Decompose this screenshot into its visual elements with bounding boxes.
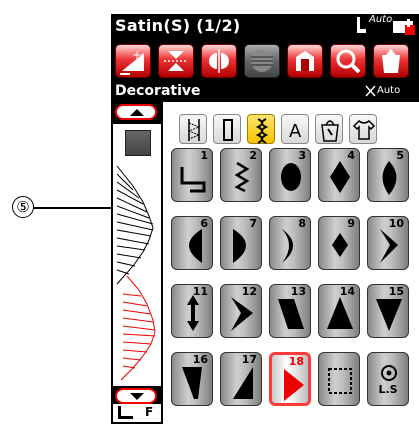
stitch-type-1-icon xyxy=(187,119,201,141)
elongation-button[interactable] xyxy=(244,44,280,78)
stitch-number: 15 xyxy=(388,285,404,298)
stitch-button-9[interactable]: 9 xyxy=(318,216,360,270)
save-button[interactable] xyxy=(373,44,409,78)
straight-stitch-icon xyxy=(223,119,233,141)
stitch-number: 3 xyxy=(298,149,306,162)
bag-icon xyxy=(321,120,339,142)
stitch-button-14[interactable]: 14 xyxy=(318,284,360,338)
stitch-button-ls[interactable]: L.S xyxy=(367,352,409,406)
stitch-number: 8 xyxy=(298,217,306,230)
stitch-number: 11 xyxy=(192,285,208,298)
stitch-button-10[interactable]: 10 xyxy=(367,216,409,270)
stitch-number: 13 xyxy=(290,285,306,298)
stitch-number: 1 xyxy=(200,149,208,162)
dotted-square-icon xyxy=(328,368,352,394)
mirror-horizontal-button[interactable] xyxy=(201,44,237,78)
stitch-number: 12 xyxy=(241,285,257,298)
tab-satin[interactable] xyxy=(247,114,275,144)
scroll-up-button[interactable] xyxy=(115,104,157,120)
stitch-button-5[interactable]: 5 xyxy=(367,148,409,202)
satin-stitch-icon xyxy=(255,118,269,144)
magnifier-icon xyxy=(336,49,361,74)
presser-foot-letter: F xyxy=(145,405,154,419)
stitch-preview xyxy=(113,124,161,386)
mirror-horizontal-icon xyxy=(209,49,229,73)
stitch-button-13[interactable]: 13 xyxy=(269,284,311,338)
alphabet-icon: A xyxy=(289,121,302,142)
tab-bag[interactable] xyxy=(315,114,343,144)
stitch-number: 16 xyxy=(192,353,208,366)
needle-auto-label: Auto xyxy=(377,85,401,96)
stitch-button-3[interactable]: 3 xyxy=(269,148,311,202)
toolbar: + xyxy=(111,40,419,82)
mirror-vertical-icon xyxy=(164,51,188,71)
callout-line xyxy=(34,207,114,209)
stitch-button-2[interactable]: 2 xyxy=(220,148,262,202)
stitch-button-17[interactable]: 17 xyxy=(220,352,262,406)
page-title: Satin(S) (1/2) xyxy=(115,16,241,35)
foot-auto-label: Auto xyxy=(369,14,393,25)
stitch-button-4[interactable]: 4 xyxy=(318,148,360,202)
tab-shirt[interactable] xyxy=(349,114,377,144)
lcd-screen: Satin(S) (1/2) Auto + Decorative Auto F … xyxy=(111,14,419,424)
zoom-button[interactable] xyxy=(330,44,366,78)
stitch-button-7[interactable]: 7 xyxy=(220,216,262,270)
add-stitch-button[interactable]: + xyxy=(115,44,151,78)
stitch-button-18[interactable]: 18 xyxy=(269,352,311,406)
stitch-number: 7 xyxy=(249,217,257,230)
pocket-icon xyxy=(382,49,400,73)
stitch-grid: 1 2 3 4 5 6 7 8 9 10 11 12 13 14 15 16 17 18 L.S xyxy=(171,148,419,424)
category-title: Decorative xyxy=(115,83,201,99)
memory-button[interactable] xyxy=(287,44,323,78)
needle-icon xyxy=(365,85,376,97)
arrow-down-icon xyxy=(130,393,144,400)
add-icon: + xyxy=(120,48,144,75)
scroll-down-button[interactable] xyxy=(115,388,157,404)
stitch-button-1[interactable]: 1 xyxy=(171,148,213,202)
stitch-button-11[interactable]: 11 xyxy=(171,284,213,338)
stitch-number: 4 xyxy=(347,149,355,162)
stitch-button-15[interactable]: 15 xyxy=(367,284,409,338)
stitch-number: 14 xyxy=(339,285,355,298)
stitch-button-12[interactable]: 12 xyxy=(220,284,262,338)
title-bar: Satin(S) (1/2) Auto xyxy=(111,14,419,40)
stitch-button-8[interactable]: 8 xyxy=(269,216,311,270)
arrow-up-icon xyxy=(130,109,144,116)
category-tabs: A xyxy=(165,108,415,150)
category-bar: Decorative Auto xyxy=(111,82,419,102)
stitch-button-6[interactable]: 6 xyxy=(171,216,213,270)
stitch-preview-panel: F xyxy=(111,102,163,424)
tab-stitch-type-2[interactable] xyxy=(213,114,241,144)
elongation-icon xyxy=(251,50,273,72)
svg-text:+: + xyxy=(132,48,142,62)
stitch-number: 17 xyxy=(241,353,257,366)
ls-icon xyxy=(381,365,397,381)
stitch-number: 9 xyxy=(347,217,355,230)
stitch-number: 5 xyxy=(396,149,404,162)
presser-foot-small-icon xyxy=(118,406,133,419)
stitch-number: 6 xyxy=(200,217,208,230)
thread-cutter-icon[interactable] xyxy=(393,19,415,35)
tab-alphabet[interactable]: A xyxy=(281,114,309,144)
callout-number: ⑤ xyxy=(12,196,34,218)
stitch-number: 10 xyxy=(388,217,404,230)
presser-foot-icon xyxy=(357,17,366,33)
mirror-vertical-button[interactable] xyxy=(158,44,194,78)
stitch-preview-image xyxy=(116,165,156,381)
tab-stitch-type-1[interactable] xyxy=(179,114,207,144)
main-panel: F A 1 2 3 4 5 6 7 8 9 10 11 12 13 14 15 16 17 18 L.S xyxy=(111,102,419,424)
stitch-number: 2 xyxy=(249,149,257,162)
shirt-icon xyxy=(352,119,376,140)
memory-icon xyxy=(296,51,314,71)
stitch-button-dotted-square[interactable] xyxy=(318,352,360,406)
presser-foot-indicator: F xyxy=(113,404,161,422)
svg-text:A: A xyxy=(289,121,302,142)
stitch-button-16[interactable]: 16 xyxy=(171,352,213,406)
stitch-label: L.S xyxy=(378,383,398,396)
stitch-number: 18 xyxy=(288,355,304,368)
